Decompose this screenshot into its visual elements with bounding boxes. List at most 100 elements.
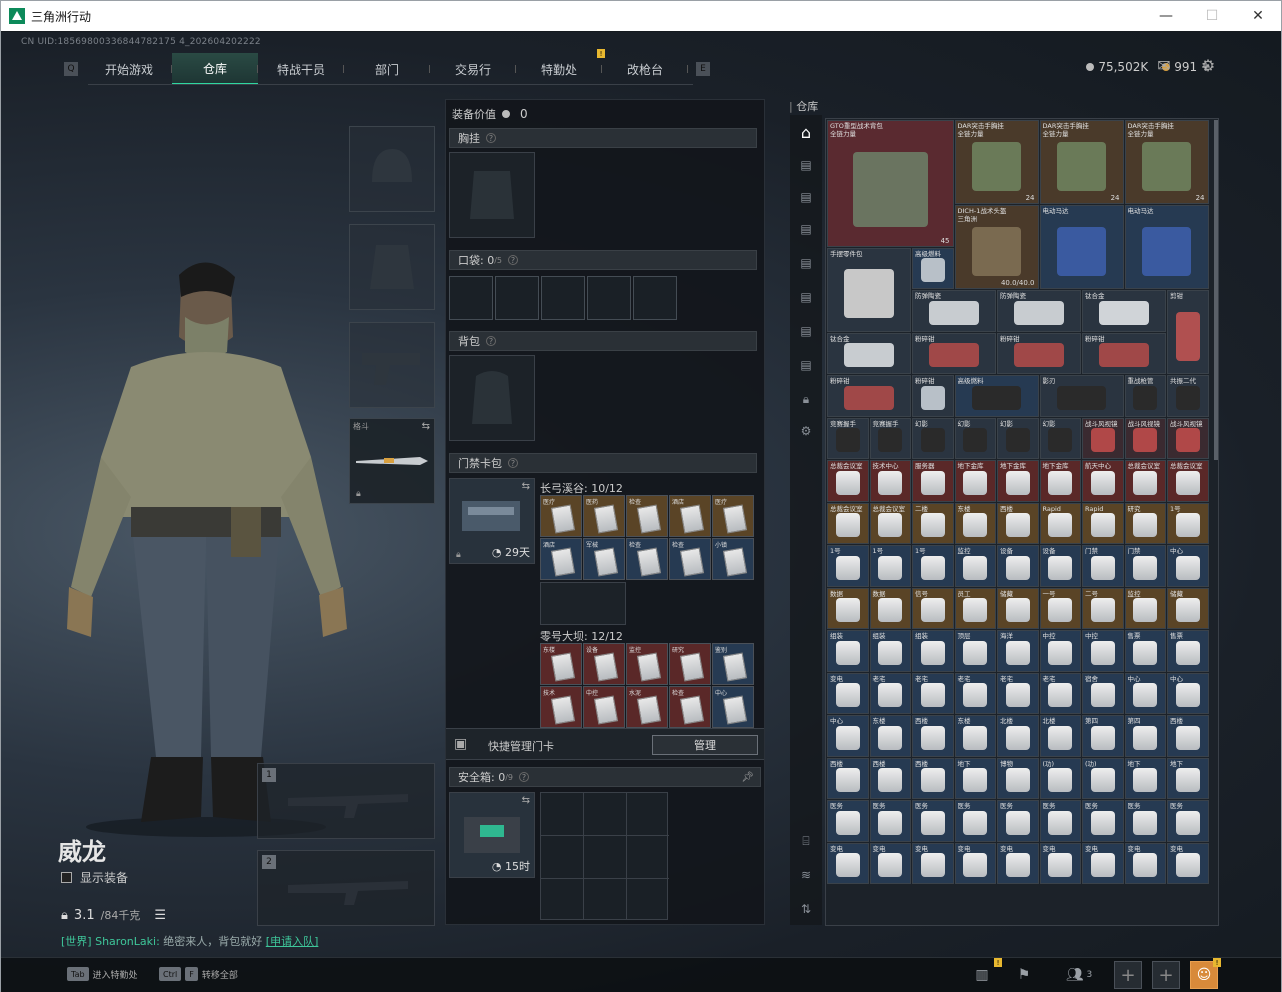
keycard-item[interactable]: 水泥 bbox=[626, 686, 668, 728]
stash-item[interactable]: 西楼 bbox=[912, 715, 954, 757]
stash-item[interactable]: 医务 bbox=[954, 800, 996, 842]
stash-item[interactable]: 战斗风视镜 bbox=[1082, 417, 1124, 459]
stash-item[interactable]: 门禁 bbox=[1082, 545, 1124, 587]
stash-item[interactable]: 粉碎钳 bbox=[1082, 332, 1166, 374]
keycard-item[interactable]: 酒店 bbox=[540, 538, 582, 580]
keycard-item[interactable]: 研究 bbox=[669, 643, 711, 685]
stash-item[interactable]: 二楼 bbox=[912, 502, 954, 544]
keycard-item[interactable]: 酒店 bbox=[669, 495, 711, 537]
stash-item[interactable]: 地下金库 bbox=[997, 460, 1039, 502]
stash-item[interactable]: 地下金库 bbox=[954, 460, 996, 502]
stash-item[interactable]: 幻影 bbox=[912, 417, 954, 459]
stash-item[interactable]: 老宅 bbox=[1039, 672, 1081, 714]
stash-item[interactable]: 中控 bbox=[1039, 630, 1081, 672]
invite-slot-button[interactable]: + bbox=[1152, 961, 1180, 989]
warehouse-scrollbar[interactable] bbox=[1214, 120, 1218, 460]
stash-page-5-icon[interactable]: ▤ bbox=[796, 287, 816, 307]
stash-item[interactable]: 战斗风视镜 bbox=[1124, 417, 1166, 459]
keycard-item[interactable]: 医疗 bbox=[540, 495, 582, 537]
keycard-item[interactable]: 中控 bbox=[583, 686, 625, 728]
show-equipment-checkbox[interactable] bbox=[61, 872, 72, 883]
keycard-item[interactable]: 东楼 bbox=[540, 643, 582, 685]
tab-department[interactable]: 部门 bbox=[344, 53, 430, 85]
swap-icon[interactable]: ⇆ bbox=[522, 795, 530, 806]
keycard-item[interactable]: 检查 bbox=[669, 538, 711, 580]
stash-item[interactable]: 门禁 bbox=[1124, 545, 1166, 587]
stash-item[interactable]: 地下 bbox=[1124, 757, 1166, 799]
stash-item[interactable]: 海洋 bbox=[997, 630, 1039, 672]
stash-item[interactable]: 战斗风视镜 bbox=[1167, 417, 1209, 459]
pocket-slot[interactable] bbox=[541, 276, 585, 320]
pistol-slot[interactable] bbox=[349, 322, 435, 408]
chat-username[interactable]: SharonLaki: bbox=[95, 935, 160, 948]
safebox-grid[interactable] bbox=[540, 792, 669, 920]
stash-item[interactable]: 重战枪管 bbox=[1124, 375, 1166, 417]
stash-item[interactable]: 竞赛握手 bbox=[869, 417, 911, 459]
stash-item[interactable]: 地下金库 bbox=[1039, 460, 1081, 502]
tab-warehouse[interactable]: 仓库 bbox=[172, 53, 258, 85]
stash-item[interactable]: 储藏 bbox=[997, 587, 1039, 629]
stash-item[interactable]: 设备 bbox=[997, 545, 1039, 587]
stash-item[interactable]: 研究 bbox=[1124, 502, 1166, 544]
stash-item[interactable]: 医务 bbox=[827, 800, 869, 842]
keycard-case-slot[interactable]: ⇆ 🔒︎ ◔ 29天 bbox=[449, 478, 535, 564]
stash-page-3-icon[interactable]: ▤ bbox=[796, 219, 816, 239]
stash-item[interactable]: 地下 bbox=[954, 757, 996, 799]
enter-special-ops-hint[interactable]: Tab 进入特勤处 bbox=[67, 967, 138, 981]
stash-item[interactable]: DAR突击手胸挂 全链力量 24 bbox=[1039, 120, 1124, 204]
stash-item[interactable]: 手摆零件包 bbox=[827, 247, 911, 332]
stash-item[interactable]: 西楼 bbox=[827, 757, 869, 799]
stash-item[interactable]: 东楼 bbox=[954, 502, 996, 544]
stash-item[interactable]: 总裁会议室 bbox=[1167, 460, 1209, 502]
stash-item[interactable]: 医务 bbox=[869, 800, 911, 842]
helmet-slot[interactable] bbox=[349, 126, 435, 212]
keycard-item[interactable]: 检查 bbox=[669, 686, 711, 728]
stash-item[interactable]: 幻影 bbox=[997, 417, 1039, 459]
stash-item[interactable]: 粉碎钳 bbox=[912, 332, 996, 374]
stash-item[interactable]: DAR突击手胸挂 全链力量 24 bbox=[954, 120, 1039, 204]
stash-item[interactable]: 老宅 bbox=[869, 672, 911, 714]
stash-item[interactable]: 中心 bbox=[1167, 672, 1209, 714]
stash-item[interactable]: 信号 bbox=[912, 587, 954, 629]
help-icon[interactable]: ? bbox=[508, 255, 519, 265]
backpack-slot[interactable] bbox=[449, 355, 535, 441]
stash-item[interactable]: 西楼 bbox=[1167, 715, 1209, 757]
stash-item[interactable]: 数据 bbox=[827, 587, 869, 629]
stash-item[interactable]: 变电 bbox=[827, 842, 869, 884]
pocket-slot[interactable] bbox=[633, 276, 677, 320]
settings-gear-icon[interactable]: ⚙ bbox=[1198, 58, 1218, 74]
all-items-icon[interactable]: ⌂ bbox=[796, 123, 816, 143]
keycard-item[interactable]: 检查 bbox=[626, 538, 668, 580]
stash-item[interactable]: 防弹陶瓷 bbox=[912, 290, 996, 332]
stash-item[interactable]: 西楼 bbox=[912, 757, 954, 799]
stash-item[interactable]: 1号 bbox=[1167, 502, 1209, 544]
stash-item[interactable]: 变电 bbox=[1039, 842, 1081, 884]
nav-right-key-icon[interactable]: E bbox=[696, 62, 710, 76]
secondary-weapon-slot[interactable]: 2 bbox=[257, 850, 435, 926]
stash-item[interactable]: 第四 bbox=[1082, 715, 1124, 757]
stash-item[interactable]: 医务 bbox=[997, 800, 1039, 842]
transfer-all-hint[interactable]: Ctrl F 转移全部 bbox=[159, 967, 238, 981]
stash-item[interactable]: 变电 bbox=[912, 842, 954, 884]
stash-item[interactable]: 宿舍 bbox=[1082, 672, 1124, 714]
join-team-link[interactable]: [申请入队] bbox=[266, 935, 319, 948]
stash-item[interactable]: 技术中心 bbox=[869, 460, 911, 502]
stash-item[interactable]: 老宅 bbox=[912, 672, 954, 714]
pocket-slot[interactable] bbox=[495, 276, 539, 320]
stash-item[interactable]: 东楼 bbox=[869, 715, 911, 757]
transfer-icon[interactable]: ⇅ bbox=[796, 899, 816, 919]
vest-slot[interactable] bbox=[449, 152, 535, 238]
stash-item[interactable]: 西楼 bbox=[997, 502, 1039, 544]
layers-icon[interactable]: ≋ bbox=[796, 865, 816, 885]
help-icon[interactable]: ? bbox=[519, 772, 530, 782]
stash-item[interactable]: 西楼 bbox=[869, 757, 911, 799]
tab-start-game[interactable]: 开始游戏 bbox=[86, 53, 172, 85]
stash-item[interactable]: 一号 bbox=[1039, 587, 1081, 629]
stash-item[interactable]: 售票 bbox=[1124, 630, 1166, 672]
keycard-item[interactable]: 设备 bbox=[583, 643, 625, 685]
tab-operators[interactable]: 特战干员 bbox=[258, 53, 344, 85]
stash-item[interactable]: 中心 bbox=[1124, 672, 1166, 714]
stash-item[interactable]: 组装 bbox=[869, 630, 911, 672]
stash-item[interactable]: 医务 bbox=[1082, 800, 1124, 842]
keycard-item[interactable]: 鉴别 bbox=[712, 643, 754, 685]
